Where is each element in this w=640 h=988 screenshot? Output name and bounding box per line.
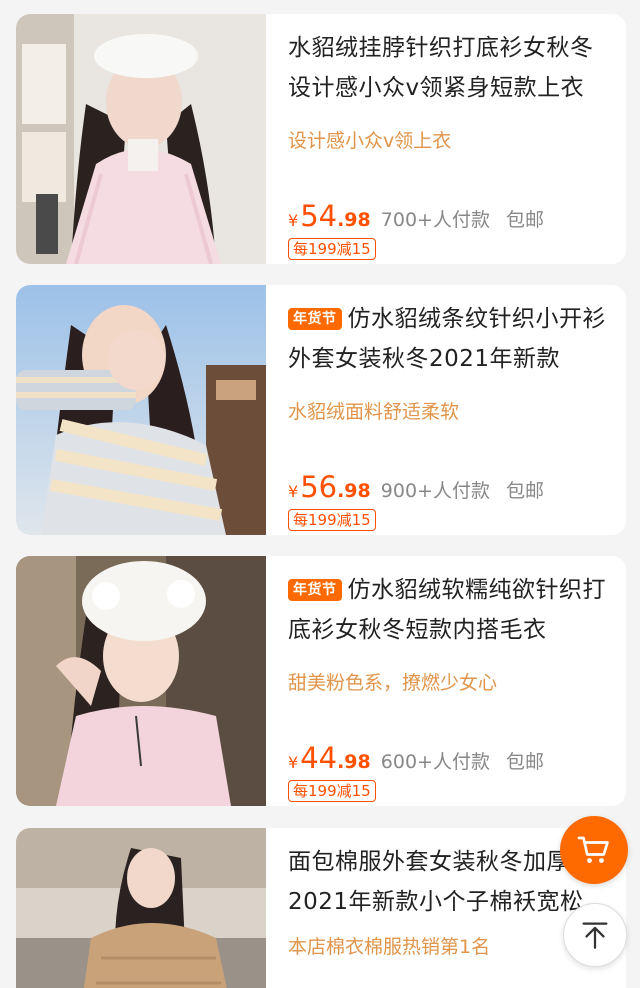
product-title[interactable]: 年货节 仿水貂绒软糯纯欲针织打底衫女秋冬短款内搭毛衣 [288,570,612,650]
product-info: 年货节 仿水貂绒条纹针织小开衫外套女装秋冬2021年新款 水貂绒面料舒适柔软 ¥ … [288,285,612,535]
price-row: ¥ 44 .98 600+人付款 包邮 [288,741,544,775]
product-card[interactable]: 年货节 仿水貂绒软糯纯欲针织打底衫女秋冬短款内搭毛衣 甜美粉色系，撩燃少女心 ¥ … [16,556,626,806]
cart-icon [577,836,609,863]
product-title[interactable]: 年货节 仿水貂绒条纹针织小开衫外套女装秋冬2021年新款 [288,299,612,379]
shipping-label: 包邮 [505,480,544,502]
back-to-top-button[interactable] [563,903,627,967]
product-info: 年货节 仿水貂绒软糯纯欲针织打底衫女秋冬短款内搭毛衣 甜美粉色系，撩燃少女心 ¥ … [288,556,612,806]
price-row: ¥ 56 .98 900+人付款 包邮 [288,470,544,504]
product-subtitle: 本店棉衣棉服热销第1名 [288,936,491,958]
price-row: ¥ 54 .98 700+人付款 包邮 [288,199,544,233]
product-card[interactable]: 面包棉服外套女装秋冬加厚2021年新款小个子棉袄宽松 本店棉衣棉服热销第1名 [16,828,626,988]
cart-button[interactable] [560,816,628,884]
product-info: 水貂绒挂脖针织打底衫女秋冬设计感小众v领紧身短款上衣 设计感小众v领上衣 ¥ 5… [288,14,612,264]
currency-symbol: ¥ [288,482,299,501]
coupon-badge: 每199减15 [288,509,376,531]
product-image[interactable] [16,828,266,988]
price-integer: 54 [300,199,338,233]
price-decimal: .98 [337,209,371,231]
currency-symbol: ¥ [288,211,299,230]
product-subtitle: 设计感小众v领上衣 [288,130,452,152]
price-decimal: .98 [337,480,371,502]
coupon-badge: 每199减15 [288,238,376,260]
shipping-label: 包邮 [505,751,544,773]
product-image[interactable] [16,14,266,264]
back-to-top-icon [582,922,608,949]
sales-count: 600+人付款 [380,751,490,773]
price-decimal: .98 [337,751,371,773]
festival-tag: 年货节 [288,579,342,601]
festival-tag: 年货节 [288,308,342,330]
product-image[interactable] [16,556,266,806]
product-image[interactable] [16,285,266,535]
product-subtitle: 水貂绒面料舒适柔软 [288,401,460,423]
price-integer: 56 [300,470,338,504]
currency-symbol: ¥ [288,753,299,772]
product-card[interactable]: 年货节 仿水貂绒条纹针织小开衫外套女装秋冬2021年新款 水貂绒面料舒适柔软 ¥ … [16,285,626,535]
product-title[interactable]: 水貂绒挂脖针织打底衫女秋冬设计感小众v领紧身短款上衣 [288,28,612,108]
coupon-badge: 每199减15 [288,780,376,802]
sales-count: 700+人付款 [380,209,490,231]
sales-count: 900+人付款 [380,480,490,502]
product-subtitle: 甜美粉色系，撩燃少女心 [288,672,498,694]
shipping-label: 包邮 [505,209,544,231]
price-integer: 44 [300,741,338,775]
product-card[interactable]: 水貂绒挂脖针织打底衫女秋冬设计感小众v领紧身短款上衣 设计感小众v领上衣 ¥ 5… [16,14,626,264]
